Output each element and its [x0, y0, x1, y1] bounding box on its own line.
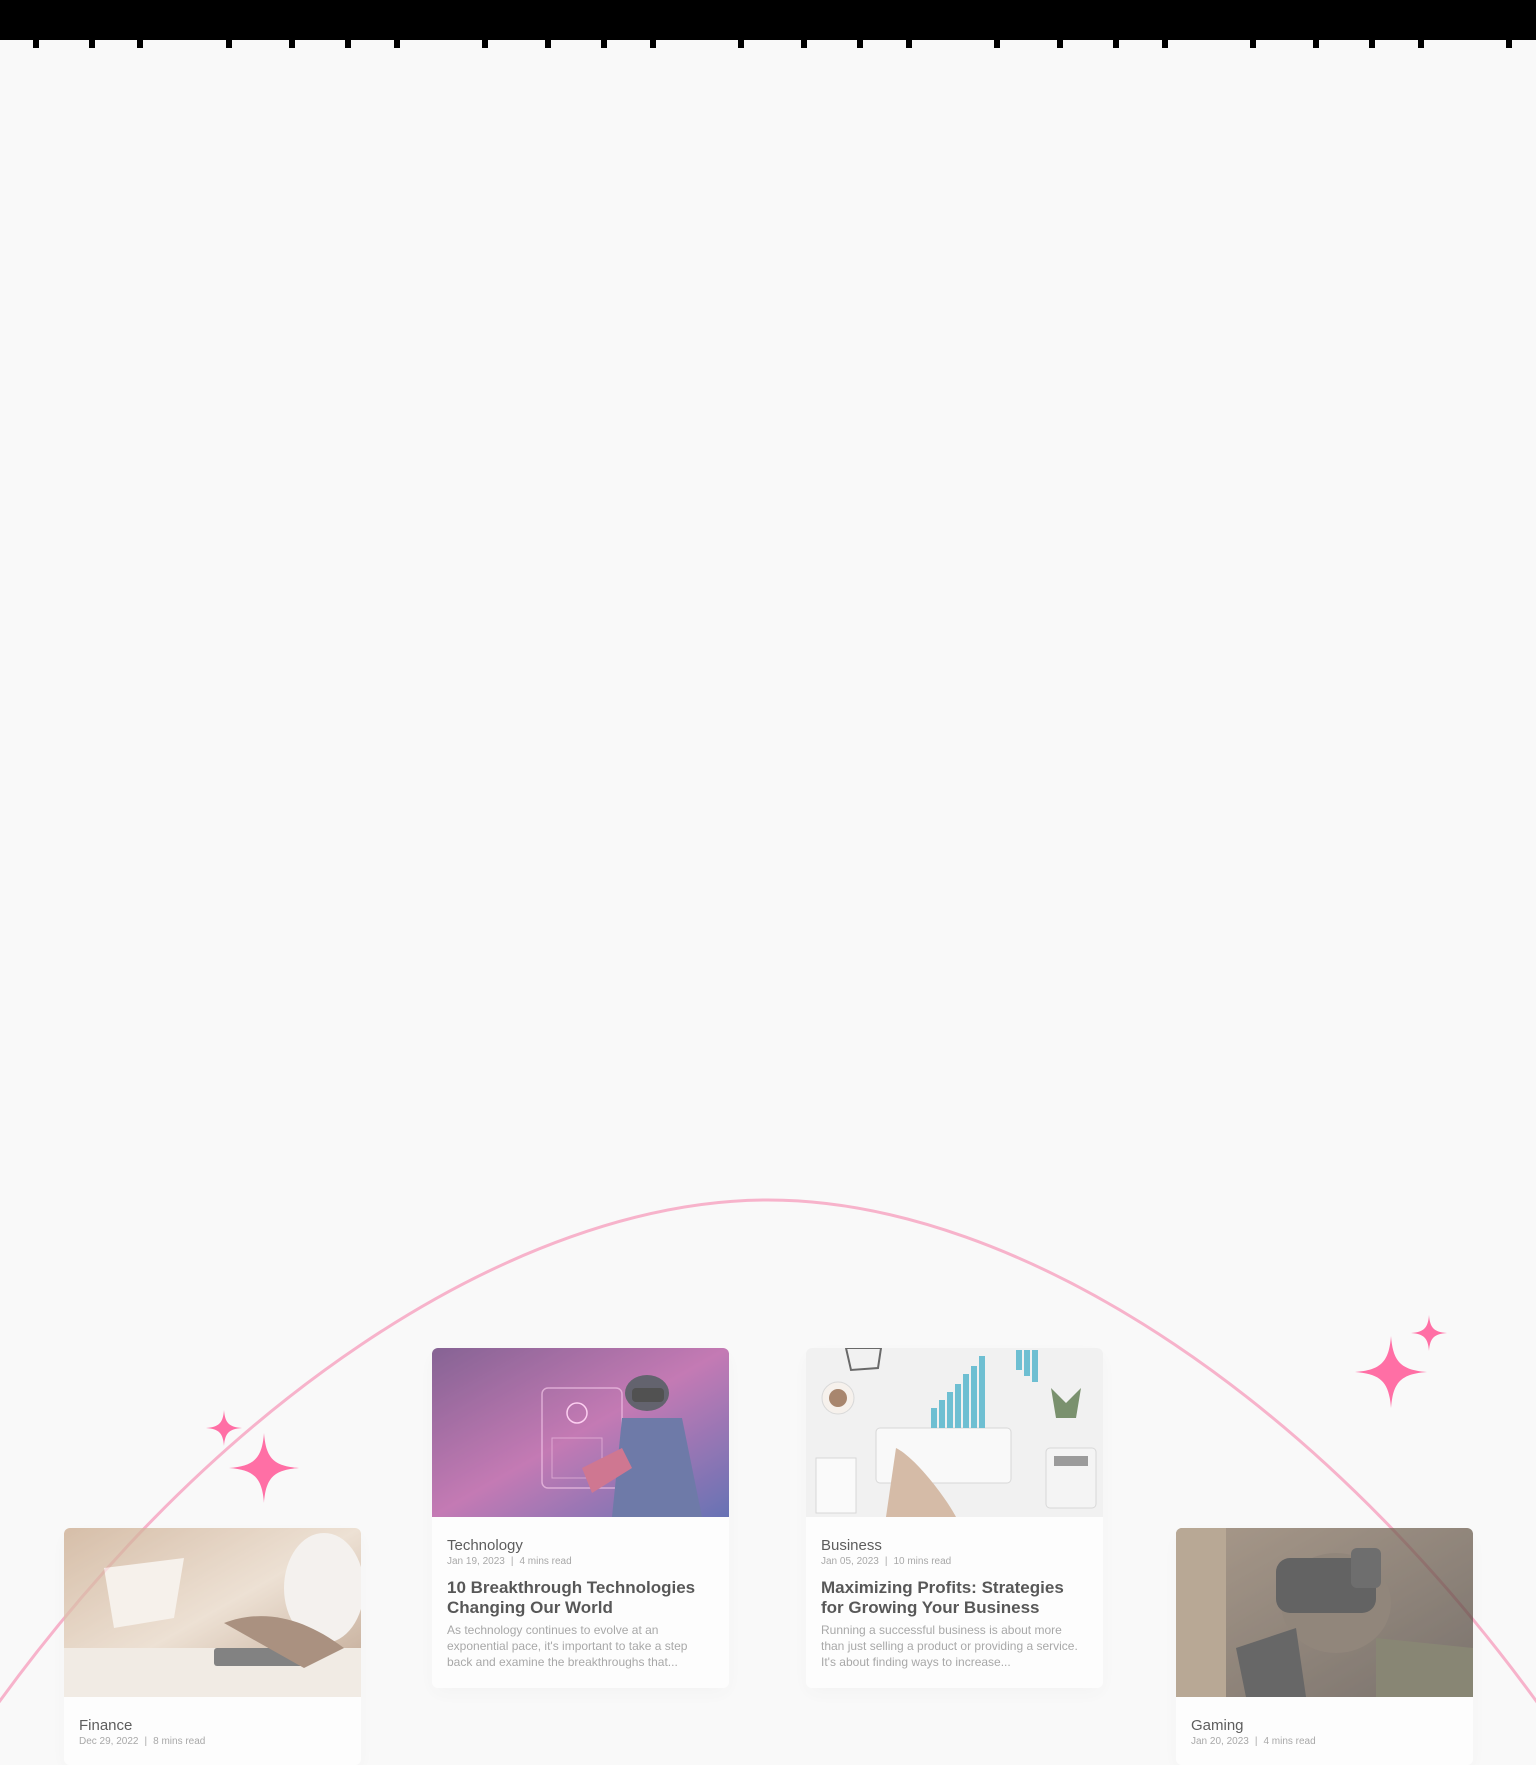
card-date: Jan 05, 2023: [821, 1556, 879, 1567]
tick-mark: [601, 40, 607, 48]
finance-calculator-photo: [64, 1528, 361, 1697]
card-category[interactable]: Finance: [79, 1717, 346, 1734]
tick-mark: [89, 40, 95, 48]
meta-separator: |: [144, 1736, 148, 1747]
tick-mark: [226, 40, 232, 48]
tick-mark: [289, 40, 295, 48]
tick-mark: [33, 40, 39, 48]
blog-card-finance[interactable]: Finance Dec 29, 2022 | 8 mins read: [64, 1528, 361, 1765]
card-title[interactable]: 10 Breakthrough Technologies Changing Ou…: [447, 1578, 714, 1618]
card-read-time: 4 mins read: [1263, 1736, 1316, 1747]
sparkle-icon: [1411, 1315, 1447, 1351]
tick-mark: [738, 40, 744, 48]
top-tick-strip: [0, 40, 1536, 48]
card-date: Dec 29, 2022: [79, 1736, 139, 1747]
tick-mark: [994, 40, 1000, 48]
card-meta: Jan 05, 2023 | 10 mins read: [821, 1556, 1088, 1567]
card-category[interactable]: Business: [821, 1537, 1088, 1554]
card-read-time: 8 mins read: [153, 1736, 206, 1747]
card-title[interactable]: Maximizing Profits: Strategies for Growi…: [821, 1578, 1088, 1618]
tick-mark: [1057, 40, 1063, 48]
meta-separator: |: [510, 1556, 514, 1567]
tick-mark: [650, 40, 656, 48]
card-category[interactable]: Technology: [447, 1537, 714, 1554]
tick-mark: [857, 40, 863, 48]
tick-mark: [906, 40, 912, 48]
meta-separator: |: [884, 1556, 888, 1567]
tick-mark: [801, 40, 807, 48]
tick-mark: [545, 40, 551, 48]
tick-mark: [137, 40, 143, 48]
tick-mark: [1506, 40, 1512, 48]
meta-separator: |: [1254, 1736, 1258, 1747]
tick-mark: [1113, 40, 1119, 48]
tick-mark: [1250, 40, 1256, 48]
blog-card-gaming[interactable]: Gaming Jan 20, 2023 | 4 mins read: [1176, 1528, 1473, 1765]
top-black-bar: [0, 0, 1536, 40]
card-date: Jan 19, 2023: [447, 1556, 505, 1567]
tick-mark: [1369, 40, 1375, 48]
card-excerpt: Running a successful business is about m…: [821, 1623, 1078, 1669]
card-category[interactable]: Gaming: [1191, 1717, 1458, 1734]
vr-hologram-photo: [432, 1348, 729, 1517]
tick-mark: [345, 40, 351, 48]
tick-mark: [482, 40, 488, 48]
blog-card-technology[interactable]: Technology Jan 19, 2023 | 4 mins read 10 B…: [432, 1348, 729, 1688]
vr-soldier-photo: [1176, 1528, 1473, 1697]
card-meta: Dec 29, 2022 | 8 mins read: [79, 1736, 346, 1747]
business-desk-charts-photo: [806, 1348, 1103, 1517]
tick-mark: [1162, 40, 1168, 48]
card-meta: Jan 20, 2023 | 4 mins read: [1191, 1736, 1458, 1747]
tick-mark: [1313, 40, 1319, 48]
card-meta: Jan 19, 2023 | 4 mins read: [447, 1556, 714, 1567]
tick-mark: [394, 40, 400, 48]
card-read-time: 10 mins read: [893, 1556, 952, 1567]
card-excerpt: As technology continues to evolve at an …: [447, 1623, 688, 1669]
sparkle-icon: [229, 1433, 299, 1503]
card-date: Jan 20, 2023: [1191, 1736, 1249, 1747]
card-read-time: 4 mins read: [519, 1556, 572, 1567]
blog-card-business[interactable]: Business Jan 05, 2023 | 10 mins read Maxim…: [806, 1348, 1103, 1688]
tick-mark: [1418, 40, 1424, 48]
